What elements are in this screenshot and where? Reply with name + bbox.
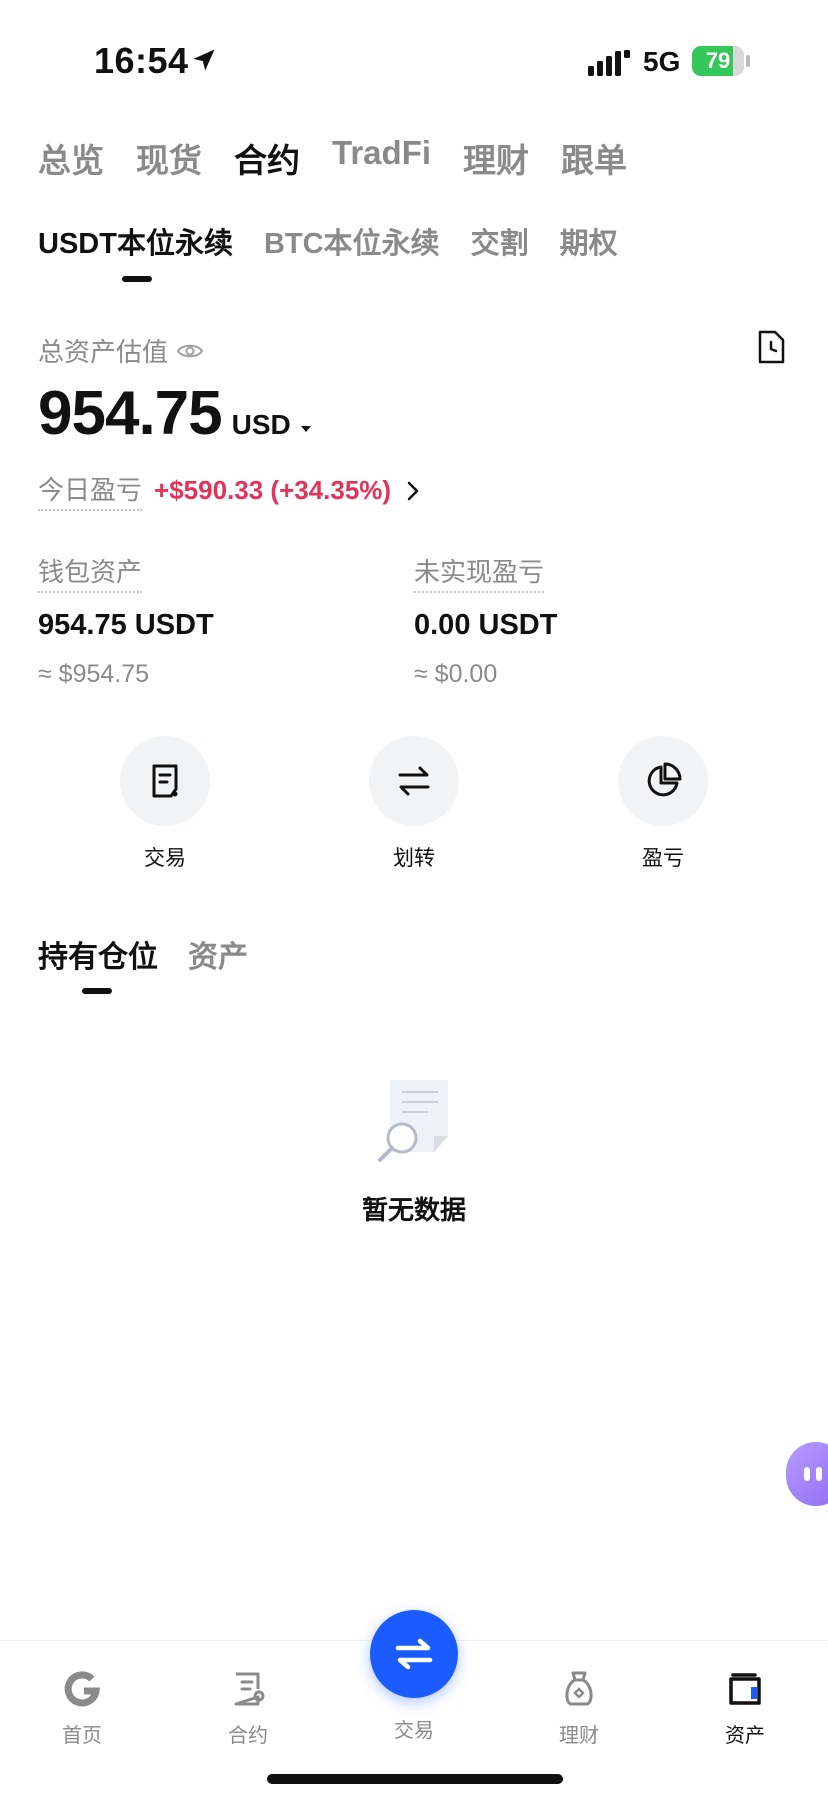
total-asset-label: 总资产估值 <box>38 332 204 369</box>
transfer-button-label: 划转 <box>393 847 435 870</box>
wallet-asset-approx: ≈ $954.75 <box>38 660 150 688</box>
wallet-asset: 钱包资产 954.75 USDT ≈ $954.75 <box>38 552 214 689</box>
wallet-asset-value: 954.75 USDT <box>38 609 214 641</box>
position-tabs: 持有仓位 资产 <box>38 932 278 976</box>
transfer-icon <box>398 766 430 796</box>
battery-cap <box>746 55 750 67</box>
today-pnl-value: +$590.33 (+34.35%) <box>154 475 392 505</box>
unrealized-pnl-value: 0.00 USDT <box>414 609 558 641</box>
trade-icon <box>152 764 178 798</box>
total-asset-label-text: 总资产估值 <box>38 337 169 367</box>
assistant-bubble-icon[interactable] <box>786 1442 828 1506</box>
nav-earn[interactable]: 理财 <box>524 1669 634 1748</box>
swap-icon <box>395 1638 433 1670</box>
trade-button[interactable]: 交易 <box>90 736 240 872</box>
eye-icon[interactable] <box>176 341 204 361</box>
pie-chart-icon <box>647 762 682 797</box>
home-icon <box>64 1671 101 1707</box>
empty-document-search-icon <box>378 1080 448 1162</box>
trade-button-circle[interactable] <box>120 736 210 826</box>
caret-down-icon[interactable] <box>299 424 313 434</box>
nav-assets[interactable]: 资产 <box>690 1669 800 1748</box>
battery-icon: 79 <box>692 46 744 76</box>
tab-spot[interactable]: 现货 <box>136 134 202 182</box>
nav-futures-label: 合约 <box>228 1725 268 1747</box>
total-asset: 954.75 USD <box>38 378 313 449</box>
battery-level: 79 <box>705 48 731 73</box>
unrealized-pnl-approx: ≈ $0.00 <box>414 660 498 688</box>
bubble-eye-left <box>804 1467 810 1481</box>
home-indicator <box>267 1774 563 1784</box>
nav-earn-label: 理财 <box>559 1725 599 1747</box>
tab-overview[interactable]: 总览 <box>38 134 104 182</box>
trade-button-label: 交易 <box>144 847 186 870</box>
bubble-eye-right <box>816 1467 822 1481</box>
nav-home[interactable]: 首页 <box>27 1669 137 1748</box>
location-arrow-icon <box>193 49 215 71</box>
transfer-button[interactable]: 划转 <box>339 736 489 872</box>
currency-selector[interactable]: USD <box>232 409 291 441</box>
currency-label: USD <box>231 409 291 440</box>
tab-assets[interactable]: 资产 <box>188 932 248 976</box>
tab-futures[interactable]: 合约 <box>234 134 300 182</box>
tab-delivery[interactable]: 交割 <box>471 220 529 262</box>
nav-trade-label: 交易 <box>394 1720 434 1742</box>
signal-icon <box>588 50 630 76</box>
earn-icon <box>565 1671 593 1706</box>
empty-state: 暂无数据 <box>0 1076 828 1227</box>
network-type: 5G <box>643 46 681 77</box>
today-pnl-row[interactable]: 今日盈亏 +$590.33 (+34.35%) <box>38 470 421 511</box>
history-document-icon[interactable] <box>756 330 786 364</box>
tab-copy-trading[interactable]: 跟单 <box>561 134 627 182</box>
tab-tradfi[interactable]: TradFi <box>332 134 431 182</box>
futures-icon <box>234 1672 265 1706</box>
pnl-button[interactable]: 盈亏 <box>588 736 738 872</box>
wallet-icon <box>729 1673 761 1705</box>
tab-earn[interactable]: 理财 <box>463 134 529 182</box>
total-asset-value: 954.75 <box>38 379 223 448</box>
transfer-button-circle[interactable] <box>369 736 459 826</box>
tab-usdt-perpetual[interactable]: USDT本位永续 <box>38 220 233 262</box>
tab-btc-perpetual[interactable]: BTC本位永续 <box>264 220 440 262</box>
status-time: 16:54 <box>94 40 189 81</box>
top-tabs: 总览 现货 合约 TradFi 理财 跟单 <box>38 134 659 182</box>
status-bar: 16:54 5G 79 <box>0 0 828 120</box>
tab-options[interactable]: 期权 <box>560 220 618 262</box>
nav-futures[interactable]: 合约 <box>193 1669 303 1748</box>
today-pnl-label: 今日盈亏 <box>38 470 143 511</box>
unrealized-pnl-label: 未实现盈亏 <box>414 552 545 593</box>
pnl-button-label: 盈亏 <box>642 847 684 870</box>
tab-open-positions[interactable]: 持有仓位 <box>38 932 158 976</box>
sub-tab-indicator <box>122 276 152 282</box>
position-tab-indicator <box>82 988 112 994</box>
nav-trade-button[interactable] <box>370 1610 458 1698</box>
wallet-asset-label: 钱包资产 <box>38 552 143 593</box>
nav-assets-label: 资产 <box>725 1725 765 1747</box>
empty-state-text: 暂无数据 <box>361 1195 466 1225</box>
nav-home-label: 首页 <box>62 1725 102 1747</box>
unrealized-pnl: 未实现盈亏 0.00 USDT ≈ $0.00 <box>414 552 557 689</box>
pnl-button-circle[interactable] <box>618 736 708 826</box>
sub-tabs: USDT本位永续 BTC本位永续 交割 期权 <box>38 220 649 262</box>
chevron-right-icon[interactable] <box>405 480 421 502</box>
